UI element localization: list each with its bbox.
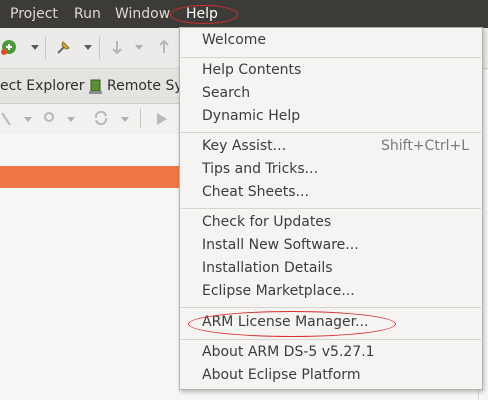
menu-run[interactable]: Run bbox=[74, 6, 101, 22]
chevron-down-icon[interactable] bbox=[84, 45, 92, 50]
help-annotation-circle bbox=[170, 5, 238, 24]
next-annotation-icon[interactable] bbox=[108, 38, 126, 56]
menu-item-label: Check for Updates bbox=[202, 214, 332, 230]
selected-row-highlight bbox=[0, 166, 185, 188]
menu-separator bbox=[181, 132, 481, 133]
refresh-icon[interactable] bbox=[93, 110, 109, 126]
menu-item-key-assist[interactable]: Key Assist... Shift+Ctrl+L bbox=[180, 136, 482, 159]
chevron-down-icon[interactable] bbox=[121, 117, 129, 122]
menu-item-label: About Eclipse Platform bbox=[202, 367, 361, 383]
menu-item-dynamic-help[interactable]: Dynamic Help bbox=[180, 106, 482, 129]
menu-separator bbox=[181, 208, 481, 209]
new-debug-icon[interactable] bbox=[0, 38, 18, 56]
menu-separator bbox=[181, 339, 481, 340]
toolbar-separator bbox=[45, 36, 46, 60]
tab-project-explorer[interactable]: ect Explorer bbox=[0, 78, 85, 94]
menu-item-cheat-sheets[interactable]: Cheat Sheets... bbox=[180, 182, 482, 205]
toolbar-separator bbox=[99, 36, 100, 60]
arm-license-annotation-circle bbox=[188, 311, 396, 337]
chevron-down-icon[interactable] bbox=[67, 117, 75, 122]
play-icon[interactable] bbox=[155, 111, 169, 127]
chevron-down-icon[interactable] bbox=[24, 117, 32, 122]
menu-item-label: Search bbox=[202, 85, 251, 101]
remote-systems-icon bbox=[89, 79, 102, 94]
menu-item-shortcut: Shift+Ctrl+L bbox=[381, 138, 469, 154]
help-menu-dropdown: Welcome Help Contents Search Dynamic Hel… bbox=[179, 27, 483, 390]
chevron-down-icon[interactable] bbox=[31, 45, 39, 50]
tab-remote-systems[interactable]: Remote Sys bbox=[107, 78, 190, 94]
pin-icon[interactable] bbox=[55, 38, 73, 56]
menu-item-label: Key Assist... bbox=[202, 138, 287, 154]
toolbar-separator bbox=[140, 108, 141, 128]
menu-window[interactable]: Window bbox=[115, 6, 170, 22]
menu-item-label: Tips and Tricks... bbox=[202, 161, 319, 177]
menu-item-search[interactable]: Search bbox=[180, 83, 482, 106]
menu-item-eclipse-marketplace[interactable]: Eclipse Marketplace... bbox=[180, 281, 482, 304]
menu-item-label: Welcome bbox=[202, 32, 267, 48]
menu-item-install-new-software[interactable]: Install New Software... bbox=[180, 235, 482, 258]
menu-item-label: Help Contents bbox=[202, 62, 302, 78]
connection-icon[interactable] bbox=[42, 110, 58, 126]
menu-item-installation-details[interactable]: Installation Details bbox=[180, 258, 482, 281]
menu-item-about-eclipse-platform[interactable]: About Eclipse Platform bbox=[180, 365, 482, 388]
menu-item-label: Eclipse Marketplace... bbox=[202, 283, 355, 299]
menu-item-label: Install New Software... bbox=[202, 237, 359, 253]
menu-item-tips-and-tricks[interactable]: Tips and Tricks... bbox=[180, 159, 482, 182]
menu-item-label: Dynamic Help bbox=[202, 108, 301, 124]
menu-item-check-for-updates[interactable]: Check for Updates bbox=[180, 212, 482, 235]
filter-icon[interactable] bbox=[0, 111, 14, 127]
previous-annotation-icon[interactable] bbox=[155, 38, 173, 56]
menu-item-help-contents[interactable]: Help Contents bbox=[180, 60, 482, 83]
menu-item-label: Cheat Sheets... bbox=[202, 184, 309, 200]
menu-separator bbox=[181, 307, 481, 308]
menu-item-label: About ARM DS-5 v5.27.1 bbox=[202, 344, 375, 360]
chevron-down-icon[interactable] bbox=[135, 45, 143, 50]
menu-item-label: Installation Details bbox=[202, 260, 333, 276]
menu-bar: Project Run Window Help bbox=[0, 0, 488, 28]
menu-separator bbox=[181, 57, 481, 58]
menu-item-welcome[interactable]: Welcome bbox=[180, 30, 482, 53]
menu-item-about-arm-ds5[interactable]: About ARM DS-5 v5.27.1 bbox=[180, 342, 482, 365]
menu-project[interactable]: Project bbox=[10, 6, 58, 22]
